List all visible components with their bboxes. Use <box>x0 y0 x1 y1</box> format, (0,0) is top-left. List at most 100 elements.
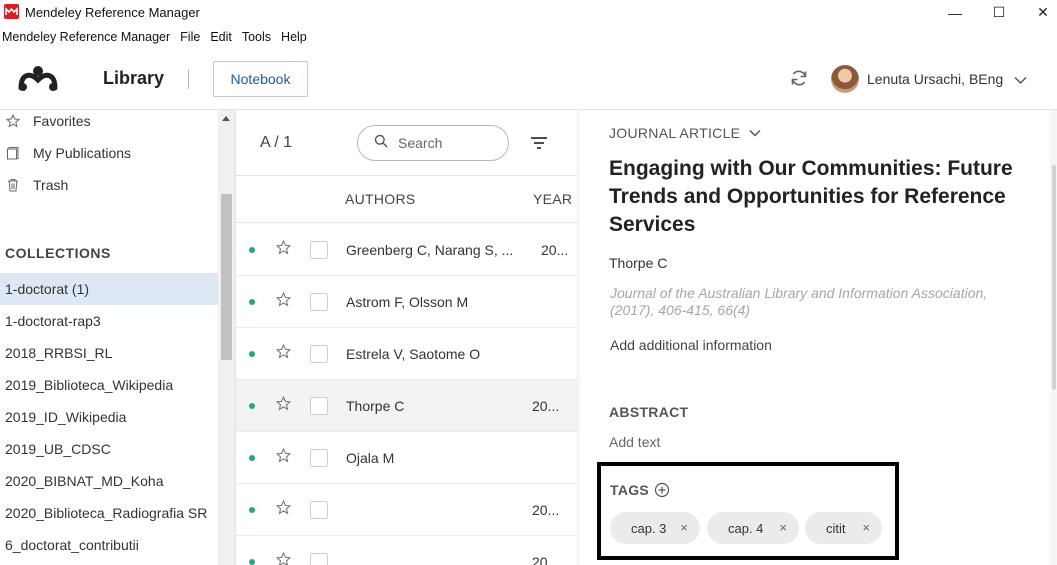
document-type-dropdown[interactable]: JOURNAL ARTICLE <box>609 125 761 141</box>
star-icon[interactable] <box>275 239 292 260</box>
tag-remove-icon[interactable]: × <box>680 520 688 535</box>
row-checkbox[interactable] <box>310 293 328 311</box>
tags-section: TAGS cap. 3 × cap. 4 × citit × <box>597 462 899 560</box>
table-row[interactable]: 20 <box>236 536 577 565</box>
window-title: Mendeley Reference Manager <box>25 5 200 20</box>
row-authors: Astrom F, Olsson M <box>346 294 469 310</box>
add-tag-icon[interactable] <box>654 482 670 498</box>
collection-item[interactable]: 6_doctorat_contributii <box>0 529 218 561</box>
mendeley-app-icon <box>4 4 19 19</box>
sidebar-item-label: Favorites <box>33 113 91 129</box>
close-button[interactable]: ✕ <box>1020 0 1057 25</box>
header-divider <box>188 69 189 89</box>
app-header: Library Notebook Lenuta Ursachi, BEng <box>0 48 1057 110</box>
table-row[interactable]: Astrom F, Olsson M <box>236 276 577 328</box>
sidebar-item-label: My Publications <box>33 145 132 161</box>
tag-remove-icon[interactable]: × <box>779 520 787 535</box>
title-bar: Mendeley Reference Manager — ☐ ✕ <box>0 0 1057 25</box>
collection-item[interactable]: 1-doctorat (1) <box>0 273 218 305</box>
table-row[interactable]: Thorpe C 20... <box>236 380 577 432</box>
sidebar: Favorites My Publications Trash COLLECTI… <box>0 110 236 565</box>
column-header-year[interactable]: YEAR <box>533 191 572 207</box>
star-icon[interactable] <box>275 551 292 565</box>
user-name[interactable]: Lenuta Ursachi, BEng <box>867 71 1003 87</box>
menu-edit[interactable]: Edit <box>210 27 232 47</box>
menu-app[interactable]: Mendeley Reference Manager <box>2 27 170 47</box>
tag-label: citit <box>826 520 846 536</box>
star-icon[interactable] <box>275 447 292 468</box>
sidebar-item-favorites[interactable]: Favorites <box>6 110 91 132</box>
star-icon[interactable] <box>275 343 292 364</box>
add-information-link[interactable]: Add additional information <box>610 337 772 353</box>
tags-heading: TAGS <box>610 482 650 498</box>
search-input[interactable] <box>398 135 498 151</box>
star-icon[interactable] <box>275 395 292 416</box>
row-checkbox[interactable] <box>310 345 328 363</box>
abstract-heading: ABSTRACT <box>609 404 689 420</box>
chevron-down-icon[interactable] <box>1014 72 1027 90</box>
row-year: 20... <box>532 398 560 414</box>
row-checkbox[interactable] <box>310 553 328 565</box>
menu-file[interactable]: File <box>180 27 200 47</box>
minimize-button[interactable]: — <box>932 0 978 25</box>
row-authors: Greenberg C, Narang S, ... <box>346 242 514 258</box>
collection-item[interactable]: 2020_Biblioteca_Radiografia SR <box>0 497 218 529</box>
trash-icon <box>6 178 20 192</box>
collection-item[interactable]: 2018_RRBSI_RL <box>0 337 218 369</box>
avatar[interactable] <box>831 65 859 93</box>
document-type-label: JOURNAL ARTICLE <box>609 125 741 141</box>
sync-icon[interactable] <box>789 68 809 93</box>
collection-item[interactable]: 2019_Biblioteca_Wikipedia <box>0 369 218 401</box>
document-list: A / 1 AUTHORS YEAR Greenberg C, Narang S… <box>236 110 577 565</box>
table-row[interactable]: Estrela V, Saotome O <box>236 328 577 380</box>
document-authors[interactable]: Thorpe C <box>609 255 667 271</box>
table-row[interactable]: Ojala M <box>236 432 577 484</box>
tag-remove-icon[interactable]: × <box>862 520 870 535</box>
column-header-authors[interactable]: AUTHORS <box>345 191 416 207</box>
filter-icon[interactable] <box>530 136 548 155</box>
search-box[interactable] <box>357 125 509 161</box>
sidebar-scroll-thumb[interactable] <box>221 194 232 360</box>
collection-item[interactable]: 2019_UB_CDSC <box>0 433 218 465</box>
publications-icon <box>6 146 20 160</box>
menu-help[interactable]: Help <box>281 27 307 47</box>
collection-item[interactable]: 2020_BIBNAT_MD_Koha <box>0 465 218 497</box>
row-checkbox[interactable] <box>310 501 328 519</box>
row-checkbox[interactable] <box>310 397 328 415</box>
table-row[interactable]: 20... <box>236 484 577 536</box>
star-icon[interactable] <box>275 291 292 312</box>
row-year: 20... <box>532 502 560 518</box>
scroll-up-arrow-icon[interactable] <box>222 116 230 121</box>
document-title[interactable]: Engaging with Our Communities: Future Tr… <box>609 155 1029 239</box>
mendeley-logo-icon[interactable] <box>18 64 58 97</box>
details-pane: JOURNAL ARTICLE Engaging with Our Commun… <box>577 110 1057 565</box>
sidebar-item-my-publications[interactable]: My Publications <box>6 142 131 164</box>
tag-label: cap. 4 <box>728 520 764 536</box>
table-row[interactable]: Greenberg C, Narang S, ... 20... <box>236 224 577 276</box>
sidebar-item-trash[interactable]: Trash <box>6 174 68 196</box>
abstract-input[interactable]: Add text <box>609 434 660 450</box>
row-checkbox[interactable] <box>310 449 328 467</box>
collection-item[interactable]: 2019_ID_Wikipedia <box>0 401 218 433</box>
unread-dot-icon <box>249 247 255 253</box>
menu-tools[interactable]: Tools <box>242 27 271 47</box>
tag-label: cap. 3 <box>631 520 667 536</box>
list-toolbar: A / 1 <box>236 110 577 176</box>
star-icon <box>6 114 20 128</box>
row-authors: Ojala M <box>346 450 395 466</box>
details-scroll-thumb[interactable] <box>1052 165 1056 390</box>
pane-shadow <box>577 110 581 565</box>
row-authors: Thorpe C <box>346 398 405 414</box>
tag-chip[interactable]: cap. 4 × <box>707 512 799 544</box>
library-title[interactable]: Library <box>103 68 164 89</box>
tag-chip[interactable]: citit × <box>805 512 882 544</box>
row-authors: Estrela V, Saotome O <box>346 346 481 362</box>
star-icon[interactable] <box>275 499 292 520</box>
notebook-button[interactable]: Notebook <box>213 61 308 97</box>
row-checkbox[interactable] <box>310 241 328 259</box>
maximize-button[interactable]: ☐ <box>976 0 1022 25</box>
tag-chip[interactable]: cap. 3 × <box>610 512 700 544</box>
collection-item[interactable]: 1-doctorat-rap3 <box>0 305 218 337</box>
document-journal[interactable]: Journal of the Australian Library and In… <box>610 285 1020 319</box>
sort-toggle[interactable]: A / 1 <box>260 134 292 152</box>
